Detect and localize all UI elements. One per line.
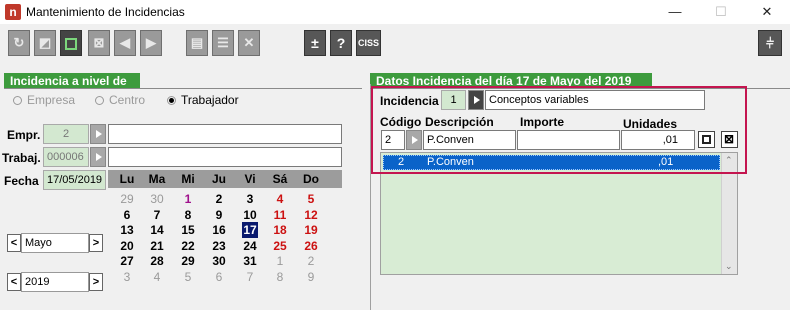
empr-lookup-button[interactable] <box>90 124 106 144</box>
radio-empresa[interactable]: Empresa <box>13 93 75 107</box>
calendar-day[interactable]: 30 <box>142 191 172 207</box>
calendar-day[interactable]: 21 <box>142 238 172 254</box>
edit-icon[interactable]: ◩ <box>34 30 56 56</box>
calendar-day[interactable]: 11 <box>265 207 295 223</box>
calendar-day[interactable]: 3 <box>235 191 265 207</box>
radio-label: Trabajador <box>181 93 239 107</box>
help-button[interactable]: ? <box>330 30 352 56</box>
calendar-day[interactable]: 19 <box>296 222 326 238</box>
calendar-weekday-header: Ma <box>148 172 166 186</box>
settings-sliders-icon[interactable]: ⫩ <box>758 30 782 56</box>
calendar-day[interactable]: 5 <box>173 269 203 285</box>
month-next-button[interactable]: > <box>89 234 103 252</box>
calendar-day[interactable]: 20 <box>112 238 142 254</box>
calendar-weekday-header: Mi <box>181 172 195 186</box>
calendar-day[interactable]: 4 <box>142 269 172 285</box>
radio-circle <box>167 96 176 105</box>
calendar-day[interactable]: 12 <box>296 207 326 223</box>
calendar-day[interactable]: 15 <box>173 222 203 238</box>
empr-name-field[interactable] <box>108 124 342 144</box>
plus-minus-button[interactable]: ± <box>304 30 326 56</box>
calendar-day[interactable]: 24 <box>235 238 265 254</box>
calendar-day[interactable]: 27 <box>112 253 142 269</box>
calendar-day[interactable]: 28 <box>142 253 172 269</box>
divider <box>4 88 362 89</box>
ciss-button[interactable]: CISS <box>356 30 381 56</box>
export-icon[interactable]: ✕ <box>238 30 260 56</box>
calendar-day[interactable]: 9 <box>296 269 326 285</box>
prev-record-icon[interactable]: ◀ <box>114 30 136 56</box>
undo-icon[interactable]: ↻ <box>8 30 30 56</box>
calendar-weekday-header: Sá <box>272 172 288 186</box>
calendar-day[interactable]: 13 <box>112 222 142 238</box>
app-icon: n <box>5 4 21 20</box>
calendar-day[interactable]: 14 <box>142 222 172 238</box>
trabaj-field[interactable]: 000006 <box>43 147 89 167</box>
calendar-day[interactable]: 1 <box>265 253 295 269</box>
maximize-button[interactable]: ☐ <box>698 0 744 24</box>
radio-circle <box>95 96 104 105</box>
year-prev-button[interactable]: < <box>7 273 21 291</box>
month-prev-button[interactable]: < <box>7 234 21 252</box>
calendar-weekday-header: Do <box>303 172 319 186</box>
scroll-down-icon[interactable]: ⌄ <box>725 261 733 272</box>
calendar-day[interactable]: 29 <box>112 191 142 207</box>
calendar-day[interactable]: 2 <box>296 253 326 269</box>
minimize-button[interactable]: — <box>652 0 698 24</box>
calendar-day[interactable]: 29 <box>173 253 203 269</box>
year-field[interactable]: 2019 <box>21 272 89 292</box>
new-record-icon[interactable] <box>60 30 82 56</box>
calendar-day[interactable]: 30 <box>204 253 234 269</box>
calendar-day[interactable]: 5 <box>296 191 326 207</box>
calendar-day[interactable]: 4 <box>265 191 295 207</box>
calendar-day[interactable]: 26 <box>296 238 326 254</box>
radio-trabajador[interactable]: Trabajador <box>167 93 239 107</box>
calendar-day[interactable]: 17 <box>242 222 258 238</box>
calendar-weekday-header: Ju <box>211 172 226 186</box>
trabaj-name-field[interactable] <box>108 147 342 167</box>
trabaj-label: Trabaj. <box>2 151 41 165</box>
fecha-field[interactable]: 17/05/2019 <box>43 170 106 190</box>
calendar-day[interactable]: 23 <box>204 238 234 254</box>
calendar-day[interactable]: 1 <box>173 191 203 207</box>
calendar-day[interactable]: 31 <box>235 253 265 269</box>
year-next-button[interactable]: > <box>89 273 103 291</box>
calendar-weekday-header: Lu <box>119 172 135 186</box>
section-title-incidencia-nivel: Incidencia a nivel de <box>4 73 140 89</box>
empr-label: Empr. <box>7 128 41 142</box>
empr-field[interactable]: 2 <box>43 124 89 144</box>
close-button[interactable]: ✕ <box>744 0 790 24</box>
calendar-day[interactable]: 3 <box>112 269 142 285</box>
calendar-day[interactable]: 7 <box>142 207 172 223</box>
calendar-day[interactable]: 25 <box>265 238 295 254</box>
radio-centro[interactable]: Centro <box>95 93 145 107</box>
list-icon[interactable]: ☰ <box>212 30 234 56</box>
calendar-day[interactable]: 6 <box>112 207 142 223</box>
print-icon[interactable]: ▤ <box>186 30 208 56</box>
fecha-label: Fecha <box>4 174 39 188</box>
title-bar: n Mantenimiento de Incidencias — ☐ ✕ <box>0 0 790 24</box>
calendar-day[interactable]: 6 <box>204 269 234 285</box>
calendar-day[interactable]: 22 <box>173 238 203 254</box>
calendar-day[interactable]: 9 <box>204 207 234 223</box>
highlight-box <box>371 86 747 174</box>
calendar-day[interactable]: 8 <box>173 207 203 223</box>
calendar-day[interactable]: 16 <box>204 222 234 238</box>
calendar-day[interactable]: 8 <box>265 269 295 285</box>
calendar-day[interactable]: 18 <box>265 222 295 238</box>
window-title: Mantenimiento de Incidencias <box>26 5 185 19</box>
radio-circle <box>13 96 22 105</box>
calendar-day[interactable]: 2 <box>204 191 234 207</box>
month-field[interactable]: Mayo <box>21 233 89 253</box>
calendar-header: Lu Ma Mi Ju Vi Sá Do <box>108 170 342 188</box>
next-record-icon[interactable]: ▶ <box>140 30 162 56</box>
radio-label: Centro <box>109 93 146 107</box>
calendar-weekday-header: Vi <box>244 172 256 186</box>
radio-label: Empresa <box>27 93 76 107</box>
calendar-day[interactable]: 7 <box>235 269 265 285</box>
calendar-day[interactable]: 10 <box>235 207 265 223</box>
calendar: Lu Ma Mi Ju Vi Sá Do 29 30 1 2 3 4 5 6 7 8 9 10 11 12 13 14 15… <box>108 170 342 290</box>
trabaj-lookup-button[interactable] <box>90 147 106 167</box>
delete-icon[interactable]: ⊠ <box>88 30 110 56</box>
